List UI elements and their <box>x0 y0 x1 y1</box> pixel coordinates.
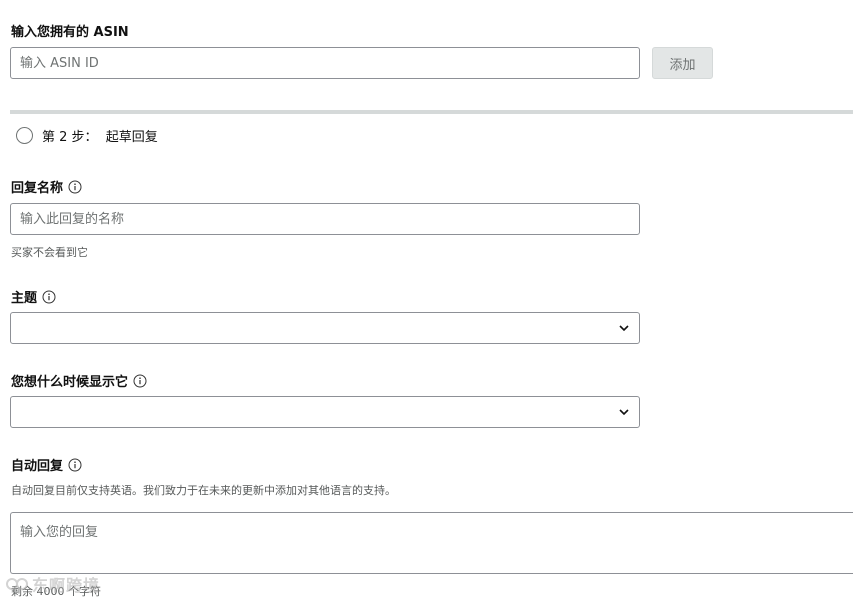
step-2-header[interactable]: 第 2 步： 起草回复 <box>16 126 162 145</box>
info-icon[interactable] <box>133 374 147 388</box>
info-icon[interactable] <box>68 458 82 472</box>
radio-circle-icon[interactable] <box>16 127 33 144</box>
info-icon[interactable] <box>68 180 82 194</box>
chevron-down-icon <box>619 409 629 416</box>
reply-name-help: 买家不会看到它 <box>11 246 88 259</box>
subject-select[interactable] <box>10 312 640 344</box>
asin-input[interactable] <box>10 47 640 79</box>
auto-reply-label: 自动回复 <box>11 455 82 474</box>
chevron-down-icon <box>619 325 629 332</box>
info-icon[interactable] <box>42 290 56 304</box>
watermark-logo-icon <box>6 578 28 590</box>
step-title: 起草回复 <box>105 130 158 145</box>
reply-name-label: 回复名称 <box>11 177 82 196</box>
auto-reply-textarea[interactable] <box>10 512 853 574</box>
reply-name-input[interactable] <box>10 203 640 235</box>
watermark-text: 东啊跨境 <box>32 576 101 595</box>
watermark: 东啊跨境 <box>6 572 100 596</box>
display-time-select[interactable] <box>10 396 640 428</box>
subject-label: 主题 <box>11 287 56 306</box>
asin-label: 输入您拥有的 ASIN <box>11 25 129 40</box>
step-prefix: 第 2 步： <box>42 130 98 145</box>
section-divider <box>10 110 853 114</box>
display-time-label: 您想什么时候显示它 <box>11 371 147 390</box>
auto-reply-help: 自动回复目前仅支持英语。我们致力于在未来的更新中添加对其他语言的支持。 <box>11 484 396 497</box>
add-asin-button[interactable]: 添加 <box>652 47 713 79</box>
